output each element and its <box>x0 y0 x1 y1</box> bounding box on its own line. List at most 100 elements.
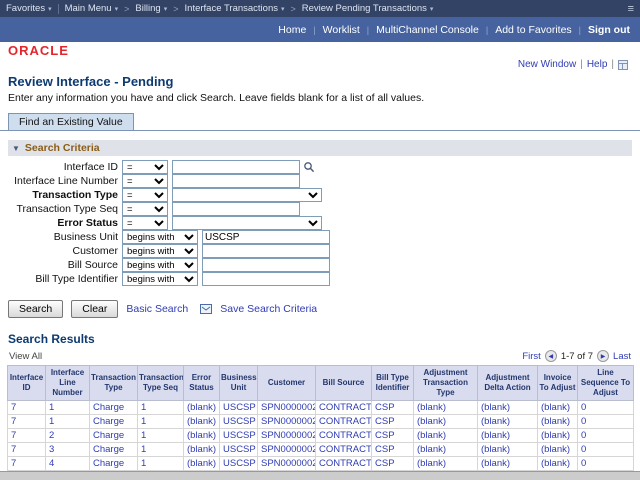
result-cell-link[interactable]: (blank) <box>541 416 570 427</box>
nav-menu-icon[interactable]: ≡ <box>628 3 634 15</box>
result-cell-link[interactable]: (blank) <box>417 444 446 455</box>
result-cell-link[interactable]: (blank) <box>417 402 446 413</box>
result-cell-link[interactable]: 0 <box>581 416 586 427</box>
pager-last-link[interactable]: Last <box>613 351 631 362</box>
result-cell-link[interactable]: CSP <box>375 430 395 441</box>
result-cell-link[interactable]: 0 <box>581 402 586 413</box>
result-cell-link[interactable]: Charge <box>93 458 124 469</box>
result-cell-link[interactable]: (blank) <box>541 444 570 455</box>
result-cell-link[interactable]: CSP <box>375 458 395 469</box>
result-cell-link[interactable]: CSP <box>375 444 395 455</box>
column-header[interactable]: Interface ID <box>8 366 46 401</box>
value-input-3[interactable] <box>172 202 300 216</box>
column-header[interactable]: Transaction Type Seq <box>138 366 184 401</box>
result-cell-link[interactable]: 0 <box>581 430 586 441</box>
result-cell-link[interactable]: 1 <box>49 402 54 413</box>
operator-select-1[interactable]: = <box>122 174 168 188</box>
result-cell-link[interactable]: 7 <box>11 402 16 413</box>
breadcrumb-item-4[interactable]: Review Pending Transactions▾ <box>302 3 434 14</box>
result-cell-link[interactable]: CONTRACTS <box>319 458 372 469</box>
customize-page-icon[interactable] <box>618 60 628 70</box>
basic-search-link[interactable]: Basic Search <box>126 303 188 315</box>
column-header[interactable]: Interface Line Number <box>46 366 90 401</box>
result-cell-link[interactable]: (blank) <box>187 458 216 469</box>
value-select-4[interactable] <box>172 216 322 230</box>
operator-select-3[interactable]: = <box>122 202 168 216</box>
result-cell-link[interactable]: (blank) <box>417 430 446 441</box>
result-cell-link[interactable]: (blank) <box>417 458 446 469</box>
result-cell-link[interactable]: 3 <box>49 444 54 455</box>
result-cell-link[interactable]: (blank) <box>417 416 446 427</box>
sign-out-link[interactable]: Sign out <box>588 24 630 36</box>
result-cell-link[interactable]: (blank) <box>187 416 216 427</box>
result-cell-link[interactable]: (blank) <box>481 416 510 427</box>
value-input-7[interactable] <box>202 258 330 272</box>
result-cell-link[interactable]: (blank) <box>481 430 510 441</box>
result-cell-link[interactable]: CONTRACTS <box>319 444 372 455</box>
result-cell-link[interactable]: 1 <box>141 444 146 455</box>
result-cell-link[interactable]: USCSP <box>223 402 256 413</box>
result-cell-link[interactable]: 1 <box>141 458 146 469</box>
breadcrumb-item-2[interactable]: Billing▾ <box>135 3 167 14</box>
save-search-link[interactable]: Save Search Criteria <box>220 303 317 315</box>
result-cell-link[interactable]: (blank) <box>541 430 570 441</box>
column-header[interactable]: Business Unit <box>220 366 258 401</box>
help-link[interactable]: Help <box>587 59 608 70</box>
result-cell-link[interactable]: 0 <box>581 444 586 455</box>
horizontal-scrollbar[interactable] <box>0 471 640 480</box>
operator-select-2[interactable]: = <box>122 188 168 202</box>
column-header[interactable]: Bill Type Identifier <box>372 366 414 401</box>
result-cell-link[interactable]: USCSP <box>223 430 256 441</box>
result-cell-link[interactable]: CONTRACTS <box>319 416 372 427</box>
result-cell-link[interactable]: 2 <box>49 430 54 441</box>
column-header[interactable]: Line Sequence To Adjust <box>578 366 634 401</box>
result-cell-link[interactable]: USCSP <box>223 444 256 455</box>
header-link-worklist[interactable]: Worklist <box>323 24 360 36</box>
result-cell-link[interactable]: USCSP <box>223 458 256 469</box>
result-cell-link[interactable]: 1 <box>49 416 54 427</box>
operator-select-8[interactable]: begins with <box>122 272 198 286</box>
result-cell-link[interactable]: 1 <box>141 416 146 427</box>
result-cell-link[interactable]: 7 <box>11 444 16 455</box>
clear-button[interactable]: Clear <box>71 300 118 318</box>
breadcrumb-item-1[interactable]: Main Menu▾ <box>65 3 119 14</box>
result-cell-link[interactable]: (blank) <box>187 444 216 455</box>
result-cell-link[interactable]: (blank) <box>541 402 570 413</box>
operator-select-0[interactable]: = <box>122 160 168 174</box>
result-cell-link[interactable]: (blank) <box>187 402 216 413</box>
result-cell-link[interactable]: (blank) <box>481 458 510 469</box>
result-cell-link[interactable]: (blank) <box>187 430 216 441</box>
result-cell-link[interactable]: USCSP <box>223 416 256 427</box>
result-cell-link[interactable]: 7 <box>11 430 16 441</box>
result-cell-link[interactable]: (blank) <box>481 444 510 455</box>
result-cell-link[interactable]: SPN0000002 <box>261 458 316 469</box>
new-window-link[interactable]: New Window <box>518 59 576 70</box>
search-criteria-header[interactable]: ▼ Search Criteria <box>8 140 632 156</box>
operator-select-7[interactable]: begins with <box>122 258 198 272</box>
value-input-1[interactable] <box>172 174 300 188</box>
result-cell-link[interactable]: SPN0000002 <box>261 444 316 455</box>
result-cell-link[interactable]: 4 <box>49 458 54 469</box>
result-cell-link[interactable]: Charge <box>93 416 124 427</box>
result-cell-link[interactable]: 0 <box>581 458 586 469</box>
column-header[interactable]: Adjustment Transaction Type <box>414 366 478 401</box>
header-link-home[interactable]: Home <box>278 24 306 36</box>
value-input-0[interactable] <box>172 160 300 174</box>
result-cell-link[interactable]: 7 <box>11 458 16 469</box>
operator-select-5[interactable]: begins with <box>122 230 198 244</box>
result-cell-link[interactable]: 1 <box>141 402 146 413</box>
value-input-5[interactable] <box>202 230 330 244</box>
view-all-link[interactable]: View All <box>9 351 42 362</box>
lookup-icon[interactable] <box>303 161 315 173</box>
result-cell-link[interactable]: Charge <box>93 444 124 455</box>
value-select-2[interactable] <box>172 188 322 202</box>
result-cell-link[interactable]: 1 <box>141 430 146 441</box>
result-cell-link[interactable]: 7 <box>11 416 16 427</box>
column-header[interactable]: Bill Source <box>316 366 372 401</box>
search-button[interactable]: Search <box>8 300 63 318</box>
result-cell-link[interactable]: SPN0000002 <box>261 430 316 441</box>
column-header[interactable]: Customer <box>258 366 316 401</box>
header-link-multichannel-console[interactable]: MultiChannel Console <box>376 24 479 36</box>
result-cell-link[interactable]: Charge <box>93 430 124 441</box>
result-cell-link[interactable]: (blank) <box>541 458 570 469</box>
